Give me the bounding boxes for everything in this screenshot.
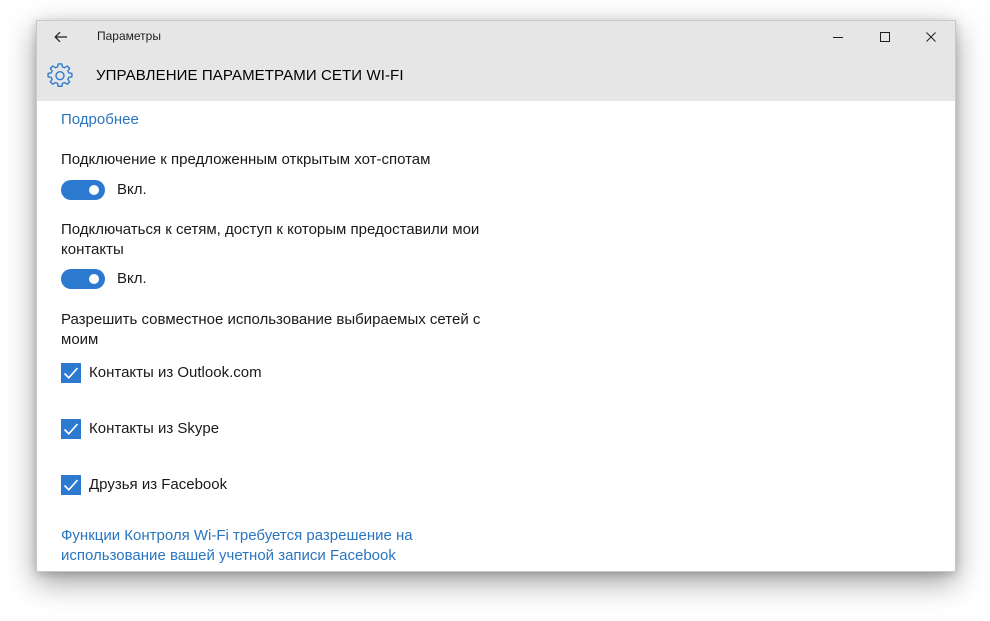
settings-window: Параметры УПРАВЛЕНИЕ ПАРАМЕТРАМИ СЕТИ WI… [36, 20, 956, 572]
contacts-networks-state: Вкл. [117, 270, 147, 287]
close-button[interactable] [908, 21, 954, 52]
more-info-link[interactable]: Подробнее [61, 110, 139, 130]
contacts-networks-label-line2: контакты [61, 241, 124, 258]
gear-icon [47, 63, 73, 87]
share-networks-label-line1: Разрешить совместное использование выбир… [61, 311, 481, 328]
maximize-icon [880, 31, 890, 42]
toggle-knob [89, 274, 99, 284]
outlook-contacts-label: Контакты из Outlook.com [89, 364, 262, 381]
title-bar: Параметры [37, 21, 955, 52]
maximize-button[interactable] [862, 21, 908, 52]
share-networks-label-line2: моим [61, 331, 99, 348]
facebook-permission-link-line2[interactable]: использование вашей учетной записи Faceb… [61, 546, 396, 566]
settings-content: Подробнее Подключение к предложенным отк… [37, 101, 955, 571]
facebook-friends-label: Друзья из Facebook [89, 476, 228, 493]
window-title: Параметры [97, 29, 161, 43]
close-icon [926, 31, 936, 42]
back-arrow-icon [54, 31, 67, 42]
open-hotspots-label: Подключение к предложенным открытым хот-… [61, 151, 431, 168]
open-hotspots-toggle[interactable] [61, 180, 105, 200]
checkmark-icon [63, 479, 79, 491]
skype-contacts-checkbox[interactable] [61, 419, 81, 439]
toggle-knob [89, 185, 99, 195]
page-title: УПРАВЛЕНИЕ ПАРАМЕТРАМИ СЕТИ WI-FI [96, 67, 404, 84]
facebook-friends-checkbox[interactable] [61, 475, 81, 495]
outlook-contacts-checkbox[interactable] [61, 363, 81, 383]
open-hotspots-state: Вкл. [117, 181, 147, 198]
minimize-icon [833, 36, 843, 38]
back-button[interactable] [43, 21, 79, 52]
checkmark-icon [63, 367, 79, 379]
minimize-button[interactable] [815, 21, 861, 52]
skype-contacts-label: Контакты из Skype [89, 420, 220, 437]
facebook-permission-link-line1[interactable]: Функции Контроля Wi-Fi требуется разреше… [61, 526, 413, 546]
contacts-networks-toggle[interactable] [61, 269, 105, 289]
page-header: УПРАВЛЕНИЕ ПАРАМЕТРАМИ СЕТИ WI-FI [37, 52, 955, 101]
contacts-networks-label-line1: Подключаться к сетям, доступ к которым п… [61, 221, 480, 238]
checkmark-icon [63, 423, 79, 435]
